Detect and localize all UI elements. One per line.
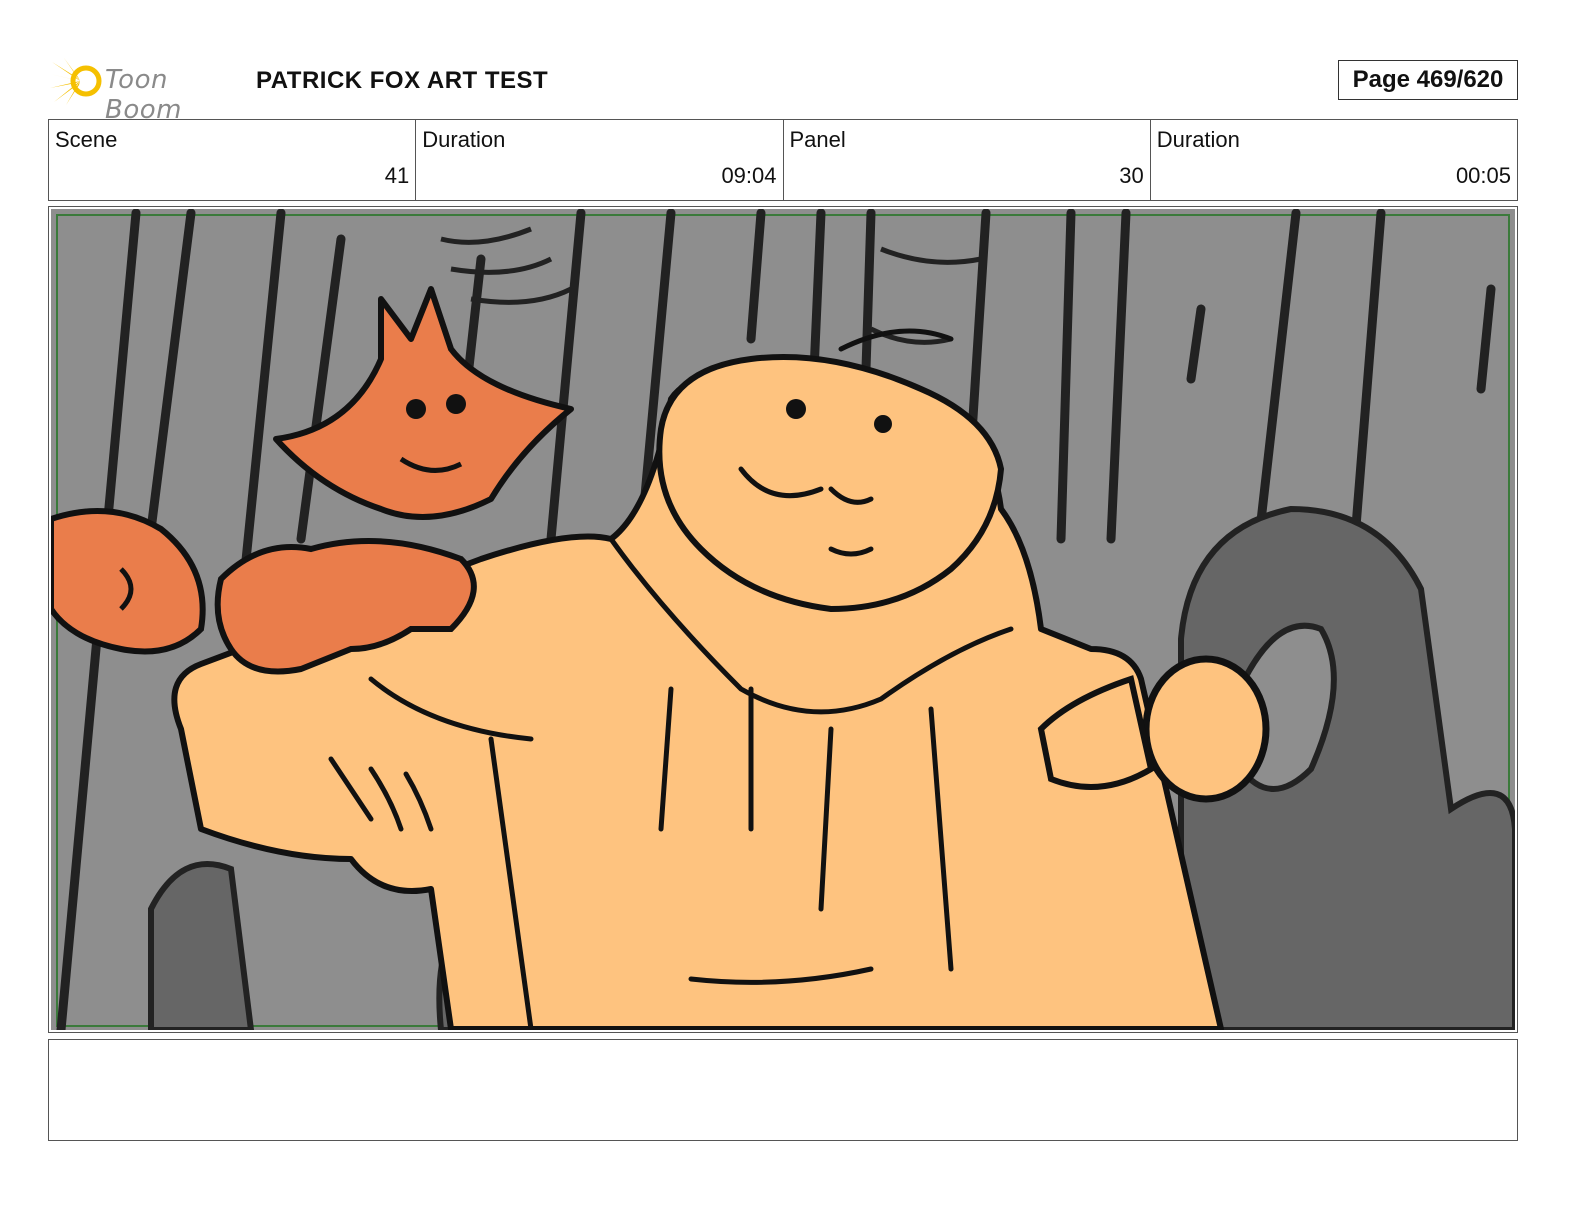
panel-duration-label: Duration [1156, 127, 1240, 152]
logo-text: Toon Boom [105, 65, 182, 125]
panel-notes-box [48, 1039, 1518, 1141]
scene-cell: Scene 41 [49, 120, 417, 200]
panel-cell: Panel 30 [784, 120, 1151, 200]
panel-label: Panel [789, 127, 846, 152]
starburst-icon [50, 58, 102, 105]
scene-label: Scene [55, 127, 118, 152]
scene-duration-cell: Duration 09:04 [416, 120, 784, 200]
scene-value: 41 [384, 163, 410, 188]
page-number: Page 469/620 [1338, 60, 1518, 100]
panel-value: 30 [1119, 163, 1144, 188]
scene-duration-value: 09:04 [721, 163, 777, 188]
panel-duration-cell: Duration 00:05 [1151, 120, 1517, 200]
panel-info-table: Scene 41 Duration 09:04 Panel 30 Duratio… [48, 119, 1518, 201]
scene-duration-label: Duration [422, 127, 506, 152]
panel-duration-value: 00:05 [1455, 163, 1511, 188]
toon-boom-logo: Toon Boom [50, 56, 240, 125]
document-title: PATRICK FOX ART TEST [256, 67, 549, 94]
storyboard-panel [48, 206, 1518, 1033]
storyboard-drawing [51, 209, 1515, 1030]
